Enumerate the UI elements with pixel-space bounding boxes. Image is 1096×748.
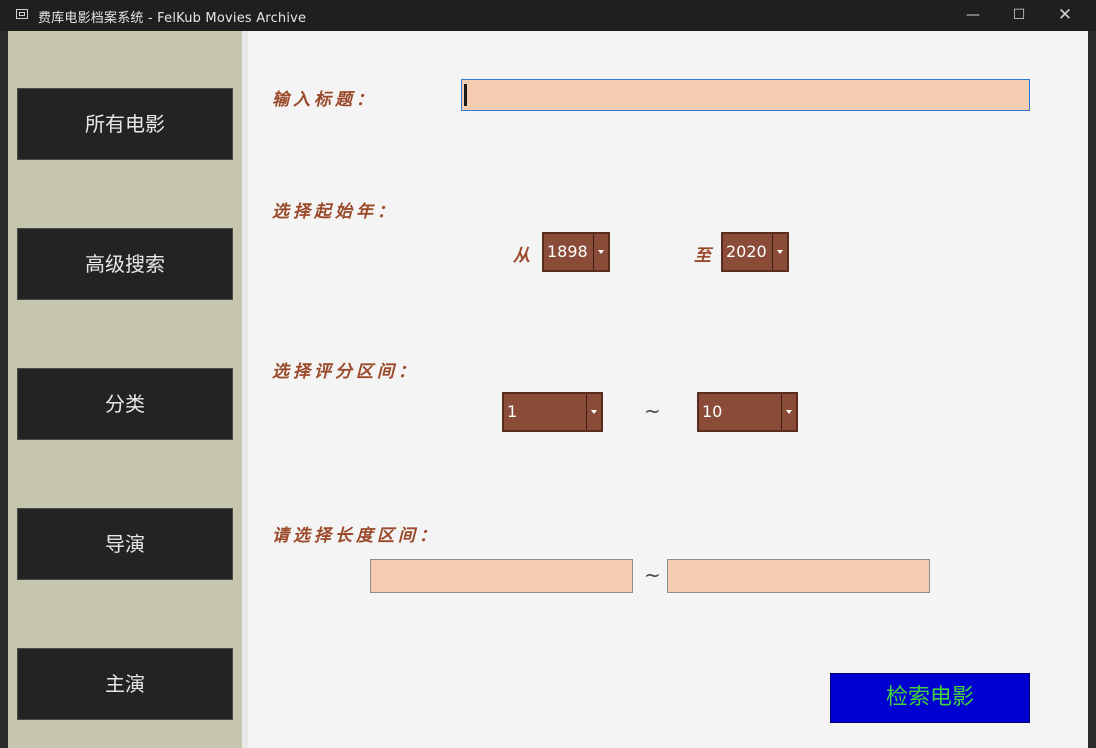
- search-movies-button[interactable]: 检索电影: [830, 673, 1030, 723]
- sidebar-item-directors[interactable]: 导演: [17, 508, 233, 580]
- window-title: 费库电影档案系统 - FelKub Movies Archive: [38, 11, 307, 26]
- length-max-input[interactable]: [667, 559, 930, 593]
- sidebar-item-actors[interactable]: 主演: [17, 648, 233, 720]
- rating-to-value: 10: [702, 402, 723, 421]
- close-button[interactable]: ✕: [1042, 0, 1088, 31]
- chevron-down-icon[interactable]: [772, 234, 787, 270]
- year-to-select[interactable]: 2020: [721, 232, 789, 272]
- length-min-input[interactable]: [370, 559, 633, 593]
- maximize-button[interactable]: ☐: [996, 0, 1042, 31]
- window-edge-left: [0, 31, 8, 748]
- chevron-down-icon[interactable]: [593, 234, 608, 270]
- year-range-label: 选择起始年：: [272, 202, 398, 222]
- rating-from-select[interactable]: 1: [502, 392, 603, 432]
- rating-from-value: 1: [507, 402, 518, 421]
- minimize-button[interactable]: —: [950, 0, 996, 31]
- sidebar: 所有电影 高级搜索 分类 导演 主演: [8, 31, 242, 748]
- rating-to-select[interactable]: 10: [697, 392, 798, 432]
- chevron-down-icon[interactable]: [781, 394, 796, 430]
- year-to-prefix: 至: [694, 246, 711, 266]
- rating-separator: ~: [644, 399, 661, 423]
- year-from-select[interactable]: 1898: [542, 232, 610, 272]
- sidebar-item-categories[interactable]: 分类: [17, 368, 233, 440]
- sidebar-item-all-movies[interactable]: 所有电影: [17, 88, 233, 160]
- title-bar: 费库电影档案系统 - FelKub Movies Archive — ☐ ✕: [0, 0, 1096, 31]
- window-icon: [16, 9, 28, 19]
- length-range-label: 请选择长度区间：: [272, 526, 440, 546]
- length-separator: ~: [644, 563, 661, 587]
- title-input[interactable]: [461, 79, 1030, 111]
- rating-range-label: 选择评分区间：: [272, 362, 419, 382]
- advanced-search-panel: 输入标题： 选择起始年： 从 1898 至 2020 选择评分区间： 1 ~ 1…: [248, 31, 1088, 748]
- sidebar-item-advanced-search[interactable]: 高级搜索: [17, 228, 233, 300]
- chevron-down-icon[interactable]: [586, 394, 601, 430]
- text-caret: [464, 84, 467, 106]
- year-from-prefix: 从: [513, 246, 530, 266]
- year-from-value: 1898: [547, 242, 588, 261]
- window-edge-right: [1088, 31, 1096, 748]
- title-label: 输入标题：: [272, 90, 377, 110]
- year-to-value: 2020: [726, 242, 767, 261]
